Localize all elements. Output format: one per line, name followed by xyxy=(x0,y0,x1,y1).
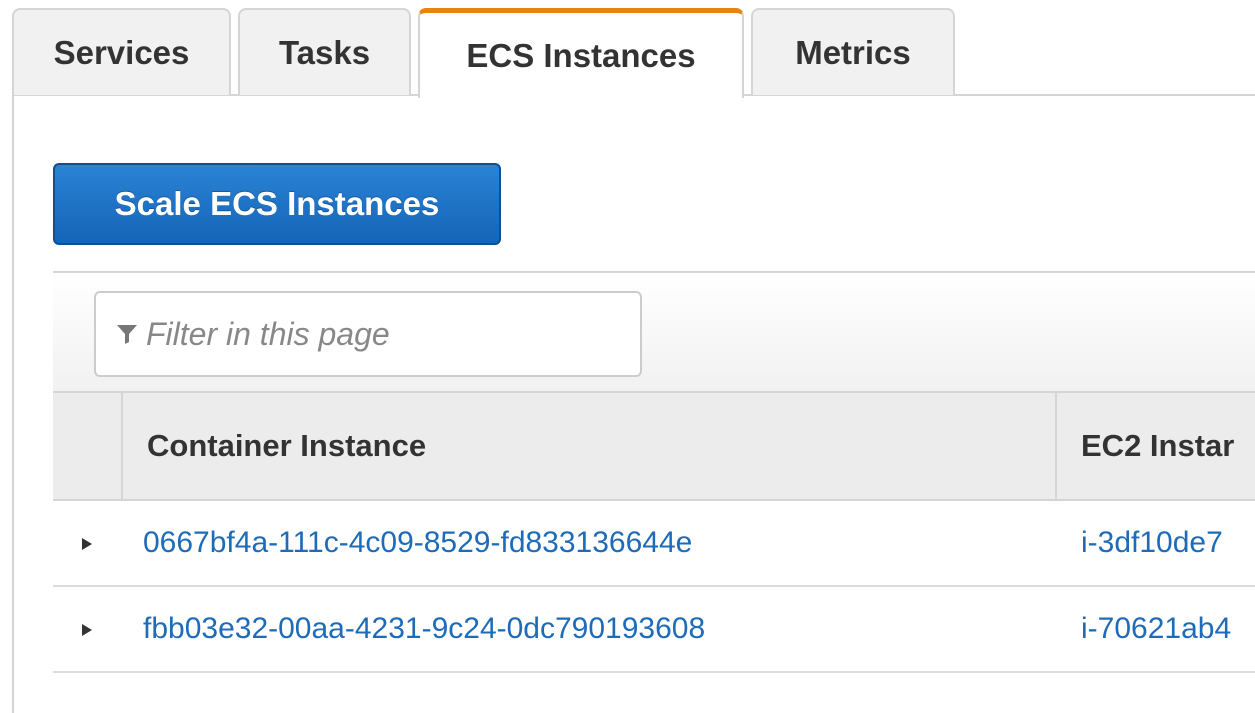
column-header-ec2-instance[interactable]: EC2 Instar xyxy=(1081,393,1255,499)
tab-label: ECS Instances xyxy=(466,36,696,74)
tab-label: Tasks xyxy=(278,33,371,71)
tab-metrics[interactable]: Metrics xyxy=(751,8,955,95)
table-row: fbb03e32-00aa-4231-9c24-0dc790193608 i-7… xyxy=(53,587,1255,673)
expand-caret-icon[interactable] xyxy=(81,537,93,551)
tab-label: Services xyxy=(53,33,190,71)
column-separator xyxy=(1055,393,1057,499)
button-label: Scale ECS Instances xyxy=(114,185,440,222)
panel-border xyxy=(12,95,14,713)
tab-tasks[interactable]: Tasks xyxy=(238,8,411,95)
expand-caret-icon[interactable] xyxy=(81,623,93,637)
container-instance-link[interactable]: 0667bf4a-111c-4c09-8529-fd833136644e xyxy=(143,501,1043,585)
filter-placeholder: Filter in this page xyxy=(146,315,390,352)
instances-table: Filter in this page Container Instance E… xyxy=(53,271,1255,713)
container-instance-link[interactable]: fbb03e32-00aa-4231-9c24-0dc790193608 xyxy=(143,587,1043,671)
ec2-instance-link[interactable]: i-70621ab4 xyxy=(1081,587,1255,671)
tab-ecs-instances[interactable]: ECS Instances xyxy=(418,8,744,98)
tab-bar: Services Tasks ECS Instances Metrics xyxy=(12,8,1255,98)
ec2-instance-link[interactable]: i-3df10de7 xyxy=(1081,501,1255,585)
tab-label: Metrics xyxy=(795,33,911,71)
filter-bar: Filter in this page xyxy=(53,271,1255,391)
ecs-cluster-view: Services Tasks ECS Instances Metrics Sca… xyxy=(0,0,1255,713)
scale-ecs-instances-button[interactable]: Scale ECS Instances xyxy=(53,163,501,245)
filter-input[interactable]: Filter in this page xyxy=(94,291,642,377)
table-row: 0667bf4a-111c-4c09-8529-fd833136644e i-3… xyxy=(53,501,1255,587)
filter-icon xyxy=(117,325,137,344)
tab-services[interactable]: Services xyxy=(12,8,231,95)
column-header-container-instance[interactable]: Container Instance xyxy=(147,393,1047,499)
table-header: Container Instance EC2 Instar xyxy=(53,391,1255,501)
column-separator xyxy=(121,393,123,499)
